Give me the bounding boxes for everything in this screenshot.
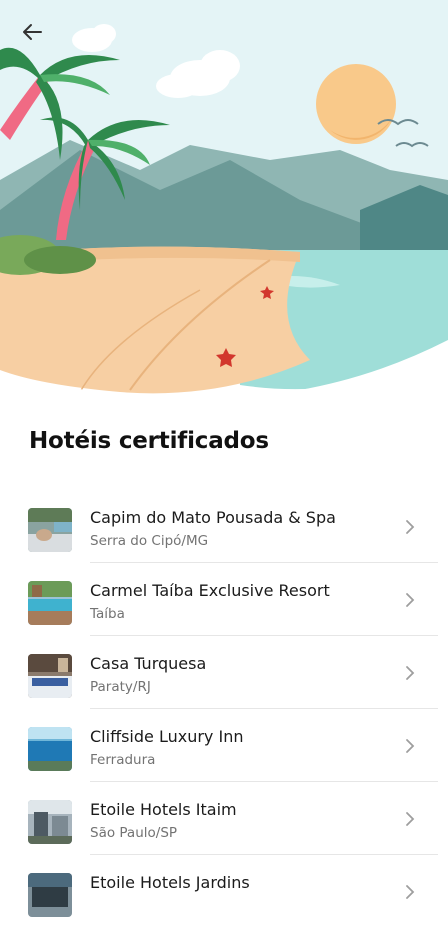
hotel-location: Taíba <box>90 606 125 622</box>
chevron-right-icon <box>406 812 415 826</box>
chevron-right-icon <box>406 666 415 680</box>
hotel-thumbnail <box>28 581 72 625</box>
hotel-thumbnail <box>28 508 72 552</box>
list-item[interactable]: Capim do Mato Pousada & Spa Serra do Cip… <box>0 490 448 563</box>
hotel-location: São Paulo/SP <box>90 825 178 841</box>
hotel-name: Casa Turquesa <box>90 654 207 673</box>
hotel-thumbnail <box>28 654 72 698</box>
arrow-left-icon <box>23 24 42 40</box>
chevron-right-icon <box>406 520 415 534</box>
chevron-right-icon <box>406 593 415 607</box>
hotel-location: Ferradura <box>90 752 156 768</box>
hotel-thumbnail <box>28 727 72 771</box>
hotel-name: Capim do Mato Pousada & Spa <box>90 508 336 527</box>
back-button[interactable] <box>16 18 48 46</box>
hotel-name: Cliffside Luxury Inn <box>90 727 244 746</box>
page-title: Hotéis certificados <box>29 428 269 454</box>
chevron-right-icon <box>406 739 415 753</box>
list-item[interactable]: Etoile Hotels Itaim São Paulo/SP <box>0 782 448 855</box>
hotel-location: Serra do Cipó/MG <box>90 533 209 549</box>
hotel-name: Etoile Hotels Itaim <box>90 800 237 819</box>
beach-illustration <box>0 0 448 400</box>
hotel-name: Carmel Taíba Exclusive Resort <box>90 581 330 600</box>
hotel-thumbnail <box>28 800 72 844</box>
hotel-thumbnail <box>28 873 72 917</box>
hotel-name: Etoile Hotels Jardins <box>90 873 250 892</box>
list-item[interactable]: Etoile Hotels Jardins <box>0 855 448 928</box>
hotel-location: Paraty/RJ <box>90 679 151 695</box>
list-item[interactable]: Casa Turquesa Paraty/RJ <box>0 636 448 709</box>
list-item[interactable]: Cliffside Luxury Inn Ferradura <box>0 709 448 782</box>
chevron-right-icon <box>406 885 415 899</box>
hotel-list: Capim do Mato Pousada & Spa Serra do Cip… <box>0 490 448 928</box>
list-item[interactable]: Carmel Taíba Exclusive Resort Taíba <box>0 563 448 636</box>
